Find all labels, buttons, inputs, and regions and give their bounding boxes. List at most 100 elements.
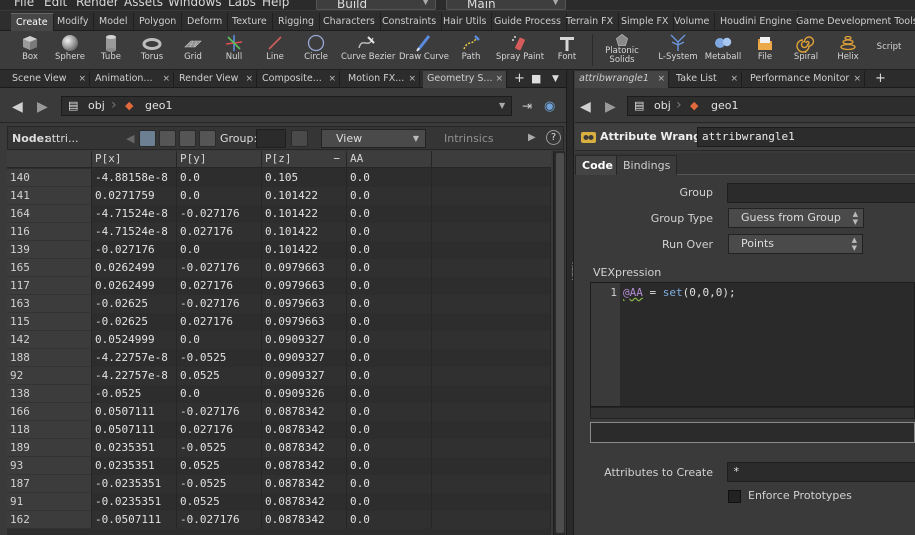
primitives-mode-icon[interactable] <box>179 130 196 147</box>
add-tab-icon[interactable]: + <box>875 71 886 87</box>
row-index-cell[interactable]: 165 <box>7 259 92 277</box>
prev-icon[interactable]: ◀ <box>126 132 134 145</box>
shelf-tab-characters[interactable]: Characters <box>318 13 381 31</box>
table-cell[interactable]: -0.027176 <box>177 295 262 313</box>
tab-geometry-spreadsheet[interactable]: Geometry S... × <box>423 71 507 88</box>
table-cell[interactable] <box>432 403 551 421</box>
table-cell[interactable]: -4.88158e-8 <box>92 169 177 187</box>
main-desktop-dropdown[interactable]: Main ▼ <box>446 0 566 10</box>
table-cell[interactable]: -4.22757e-8 <box>92 349 177 367</box>
tab-performance-monitor[interactable]: Performance Monitor × <box>746 71 865 88</box>
table-row[interactable]: 92 -4.22757e-8 0.0525 0.0909327 0.0 <box>7 367 551 385</box>
shelf-tab-modify[interactable]: Modify <box>52 13 95 31</box>
menu-render[interactable]: Render <box>76 0 119 9</box>
table-row[interactable]: 164 -4.71524e-8 -0.027176 0.101422 0.0 <box>7 205 551 223</box>
table-cell[interactable]: 0.0878342 <box>262 457 347 475</box>
row-index-cell[interactable]: 115 <box>7 313 92 331</box>
table-cell[interactable]: 0.101422 <box>262 187 347 205</box>
row-index-cell[interactable]: 92 <box>7 367 92 385</box>
table-cell[interactable]: 0.0 <box>347 421 432 439</box>
view-dropdown[interactable]: View ▼ <box>321 129 426 148</box>
table-cell[interactable]: 0.0 <box>347 259 432 277</box>
menu-file[interactable]: File <box>14 0 34 9</box>
table-cell[interactable]: 0.0525 <box>177 493 262 511</box>
table-cell[interactable] <box>432 457 551 475</box>
table-row[interactable]: 116 -4.71524e-8 0.027176 0.101422 0.0 <box>7 223 551 241</box>
close-icon[interactable]: × <box>408 71 416 87</box>
table-cell[interactable]: 0.0 <box>347 349 432 367</box>
table-row[interactable]: 115 -0.02625 0.027176 0.0979663 0.0 <box>7 313 551 331</box>
path-obj[interactable]: obj <box>88 97 105 115</box>
table-cell[interactable]: -4.71524e-8 <box>92 223 177 241</box>
table-cell[interactable] <box>432 511 551 529</box>
path-geo1[interactable]: geo1 <box>145 97 172 115</box>
group-filter-field[interactable] <box>256 129 286 148</box>
shelf-tab-simple-fx[interactable]: Simple FX <box>616 13 675 31</box>
column-header-aa[interactable]: AA <box>347 151 432 168</box>
code-status-field[interactable] <box>590 422 915 443</box>
scrollbar-thumb[interactable] <box>556 153 564 533</box>
table-cell[interactable]: 0.101422 <box>262 205 347 223</box>
table-cell[interactable]: 0.0262499 <box>92 259 177 277</box>
table-cell[interactable]: 0.105 <box>262 169 347 187</box>
table-cell[interactable]: 0.0 <box>177 331 262 349</box>
network-path-field[interactable]: ▤ obj › ◆ geo1 ▼ <box>61 96 512 116</box>
row-index-cell[interactable]: 164 <box>7 205 92 223</box>
vex-code-editor[interactable]: 1 @AA = set(0,0,0); <box>590 282 915 407</box>
row-index-cell[interactable]: 141 <box>7 187 92 205</box>
table-cell[interactable]: 0.0 <box>347 385 432 403</box>
table-cell[interactable]: 0.0878342 <box>262 421 347 439</box>
table-cell[interactable]: 0.101422 <box>262 241 347 259</box>
table-cell[interactable]: 0.027176 <box>177 313 262 331</box>
build-desktop-dropdown[interactable]: Build ▼ <box>316 0 436 10</box>
table-cell[interactable]: 0.027176 <box>177 421 262 439</box>
column-header-pz[interactable]: P[z] − <box>262 151 347 168</box>
column-header-index[interactable] <box>7 151 92 168</box>
table-row[interactable]: 142 0.0524999 0.0 0.0909327 0.0 <box>7 331 551 349</box>
close-icon[interactable]: × <box>245 71 253 87</box>
table-cell[interactable]: 0.0909326 <box>262 385 347 403</box>
row-index-cell[interactable]: 117 <box>7 277 92 295</box>
tool-circle[interactable]: Circle <box>291 32 341 69</box>
table-cell[interactable]: 0.0979663 <box>262 313 347 331</box>
row-index-cell[interactable]: 163 <box>7 295 92 313</box>
shelf-tab-create[interactable]: Create <box>11 13 54 31</box>
row-index-cell[interactable]: 162 <box>7 511 92 529</box>
row-index-cell[interactable]: 138 <box>7 385 92 403</box>
table-cell[interactable]: -0.0525 <box>177 439 262 457</box>
shelf-tab-deform[interactable]: Deform <box>182 13 229 31</box>
table-cell[interactable]: -0.0507111 <box>92 511 177 529</box>
tool-font[interactable]: Font <box>542 32 592 69</box>
table-cell[interactable] <box>432 223 551 241</box>
table-cell[interactable]: -0.027176 <box>92 241 177 259</box>
table-cell[interactable] <box>432 187 551 205</box>
parameter-path-field[interactable]: ▤ obj › ◆ geo1 <box>627 96 915 116</box>
table-cell[interactable]: 0.0525 <box>177 367 262 385</box>
close-icon[interactable]: × <box>657 71 665 87</box>
table-cell[interactable] <box>432 331 551 349</box>
shelf-tab-game-dev-toolset[interactable]: Game Development Toolset <box>791 13 915 31</box>
node-value[interactable]: attri... <box>45 132 78 145</box>
table-cell[interactable]: -0.02625 <box>92 295 177 313</box>
tab-code[interactable]: Code <box>575 155 620 175</box>
filter-icon[interactable] <box>291 130 308 147</box>
table-row[interactable]: 117 0.0262499 0.027176 0.0979663 0.0 <box>7 277 551 295</box>
table-cell[interactable]: 0.0878342 <box>262 511 347 529</box>
table-cell[interactable]: 0.0507111 <box>92 421 177 439</box>
table-cell[interactable]: 0.0979663 <box>262 277 347 295</box>
table-cell[interactable]: 0.0 <box>177 169 262 187</box>
table-cell[interactable]: 0.0 <box>347 511 432 529</box>
table-cell[interactable]: 0.0909327 <box>262 331 347 349</box>
row-index-cell[interactable]: 91 <box>7 493 92 511</box>
table-cell[interactable]: 0.0 <box>347 403 432 421</box>
enforce-prototypes-checkbox[interactable] <box>728 490 741 503</box>
tab-motion-fx[interactable]: Motion FX... × <box>344 71 420 88</box>
table-cell[interactable]: -0.0235351 <box>92 493 177 511</box>
table-row[interactable]: 141 0.0271759 0.0 0.101422 0.0 <box>7 187 551 205</box>
spreadsheet-scrollbar[interactable] <box>553 151 565 535</box>
table-cell[interactable]: -0.0525 <box>92 385 177 403</box>
table-row[interactable]: 162 -0.0507111 -0.027176 0.0878342 0.0 <box>7 511 551 529</box>
tab-attribwrangle1[interactable]: attribwrangle1 × <box>575 71 669 88</box>
table-cell[interactable]: 0.0979663 <box>262 259 347 277</box>
table-cell[interactable] <box>432 295 551 313</box>
